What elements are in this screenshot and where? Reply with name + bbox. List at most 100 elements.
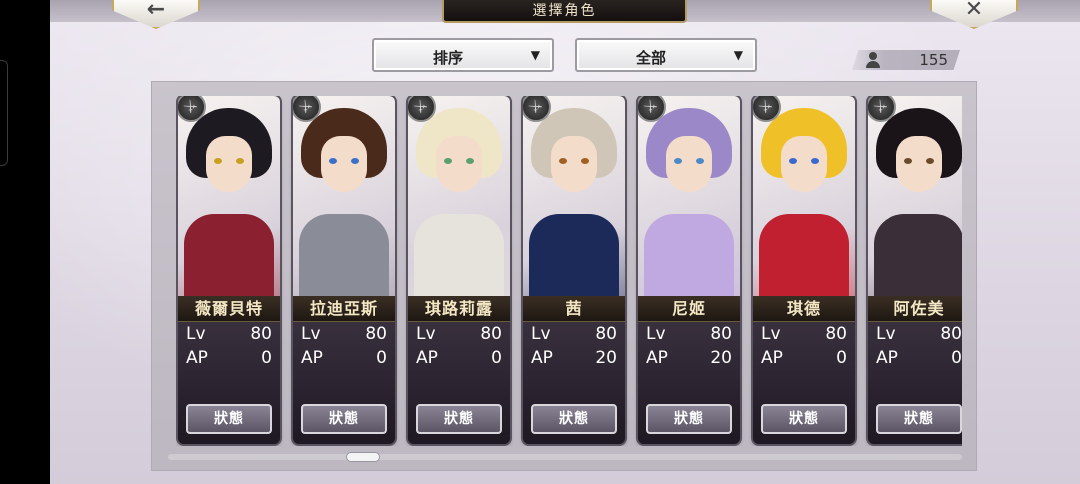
level-label: Lv: [876, 324, 896, 344]
level-row: Lv 80: [761, 324, 847, 346]
portrait-eye: [351, 158, 359, 164]
character-name: 尼姬: [638, 296, 740, 322]
character-stats: Lv 80 AP 0 狀態: [753, 322, 855, 444]
ap-row: AP 0: [186, 348, 272, 370]
back-button[interactable]: ←: [112, 0, 200, 29]
ap-row: AP 0: [876, 348, 962, 370]
level-row: Lv 80: [646, 324, 732, 346]
portrait-eye: [926, 158, 934, 164]
ap-row: AP 20: [646, 348, 732, 370]
character-card[interactable]: ⚔ 薇爾貝特 Lv 80 AP 0 狀態: [178, 96, 280, 444]
back-arrow-icon: ←: [146, 0, 166, 22]
ap-label: AP: [876, 348, 898, 368]
character-card[interactable]: ⚔ 阿佐美 Lv 80 AP 0 狀態: [868, 96, 962, 444]
status-button[interactable]: 狀態: [301, 404, 387, 434]
character-list-panel: ⚔ 薇爾貝特 Lv 80 AP 0 狀態 ⚔ 拉迪亞斯 Lv 80 AP 0 狀…: [151, 81, 977, 471]
ap-value: 0: [261, 348, 272, 368]
ap-value: 0: [836, 348, 847, 368]
character-portrait: [638, 96, 740, 296]
sort-dropdown[interactable]: 排序 ▼: [372, 38, 554, 72]
status-button[interactable]: 狀態: [416, 404, 502, 434]
portrait-eye: [329, 158, 337, 164]
close-icon: ✕: [964, 0, 984, 22]
ap-label: AP: [186, 348, 208, 368]
sort-dropdown-label: 排序: [432, 49, 463, 67]
character-stats: Lv 80 AP 0 狀態: [293, 322, 395, 444]
level-value: 80: [365, 324, 387, 344]
level-value: 80: [940, 324, 962, 344]
chevron-down-icon: ▼: [530, 48, 540, 62]
portrait-body: [414, 214, 504, 296]
character-stats: Lv 80 AP 0 狀態: [868, 322, 962, 444]
category-dropdown-label: 全部: [635, 49, 666, 67]
ap-value: 20: [595, 348, 617, 368]
portrait-body: [184, 214, 274, 296]
portrait-face: [666, 136, 712, 192]
level-value: 80: [480, 324, 502, 344]
portrait-face: [781, 136, 827, 192]
portrait-eye: [696, 158, 704, 164]
character-stats: Lv 80 AP 20 狀態: [523, 322, 625, 444]
character-name: 薇爾貝特: [178, 296, 280, 322]
status-button[interactable]: 狀態: [646, 404, 732, 434]
character-name: 茜: [523, 296, 625, 322]
level-row: Lv 80: [416, 324, 502, 346]
character-portrait: [523, 96, 625, 296]
character-card[interactable]: ⚔ 尼姬 Lv 80 AP 20 狀態: [638, 96, 740, 444]
character-stats: Lv 80 AP 0 狀態: [408, 322, 510, 444]
level-value: 80: [825, 324, 847, 344]
close-button[interactable]: ✕: [930, 0, 1018, 29]
level-label: Lv: [301, 324, 321, 344]
level-row: Lv 80: [301, 324, 387, 346]
ap-label: AP: [416, 348, 438, 368]
portrait-body: [874, 214, 962, 296]
ap-value: 0: [951, 348, 962, 368]
character-card[interactable]: ⚔ 拉迪亞斯 Lv 80 AP 0 狀態: [293, 96, 395, 444]
character-card-list[interactable]: ⚔ 薇爾貝特 Lv 80 AP 0 狀態 ⚔ 拉迪亞斯 Lv 80 AP 0 狀…: [176, 96, 962, 446]
device-bezel: [0, 0, 50, 484]
level-row: Lv 80: [531, 324, 617, 346]
bezel-notch: [0, 60, 8, 166]
ap-row: AP 20: [531, 348, 617, 370]
ap-value: 0: [376, 348, 387, 368]
status-button[interactable]: 狀態: [876, 404, 962, 434]
character-stats: Lv 80 AP 20 狀態: [638, 322, 740, 444]
character-card[interactable]: ⚔ 琪德 Lv 80 AP 0 狀態: [753, 96, 855, 444]
character-name: 琪路莉露: [408, 296, 510, 322]
character-portrait: [408, 96, 510, 296]
level-label: Lv: [416, 324, 436, 344]
portrait-face: [436, 136, 482, 192]
portrait-eye: [214, 158, 222, 164]
character-portrait: [178, 96, 280, 296]
level-row: Lv 80: [186, 324, 272, 346]
portrait-face: [551, 136, 597, 192]
horizontal-scroll-thumb[interactable]: [346, 452, 380, 462]
ap-value: 0: [491, 348, 502, 368]
level-label: Lv: [531, 324, 551, 344]
portrait-eye: [811, 158, 819, 164]
ap-label: AP: [531, 348, 553, 368]
horizontal-scroll-track[interactable]: [168, 454, 962, 460]
status-button[interactable]: 狀態: [186, 404, 272, 434]
character-stats: Lv 80 AP 0 狀態: [178, 322, 280, 444]
level-label: Lv: [646, 324, 666, 344]
ap-row: AP 0: [761, 348, 847, 370]
status-button[interactable]: 狀態: [531, 404, 617, 434]
portrait-eye: [674, 158, 682, 164]
category-dropdown[interactable]: 全部 ▼: [575, 38, 757, 72]
character-card[interactable]: ⚔ 茜 Lv 80 AP 20 狀態: [523, 96, 625, 444]
portrait-eye: [789, 158, 797, 164]
character-select-screen: ← 選擇角色 ✕ 排序 ▼ 全部 ▼ 155 ⚔ 薇爾貝特 Lv 80 AP 0…: [50, 0, 1080, 484]
level-label: Lv: [761, 324, 781, 344]
portrait-body: [529, 214, 619, 296]
portrait-eye: [559, 158, 567, 164]
character-portrait: [293, 96, 395, 296]
level-value: 80: [250, 324, 272, 344]
character-name: 阿佐美: [868, 296, 962, 322]
character-card[interactable]: ⚔ 琪路莉露 Lv 80 AP 0 狀態: [408, 96, 510, 444]
status-button[interactable]: 狀態: [761, 404, 847, 434]
portrait-body: [644, 214, 734, 296]
ap-value: 20: [710, 348, 732, 368]
portrait-eye: [444, 158, 452, 164]
portrait-eye: [236, 158, 244, 164]
